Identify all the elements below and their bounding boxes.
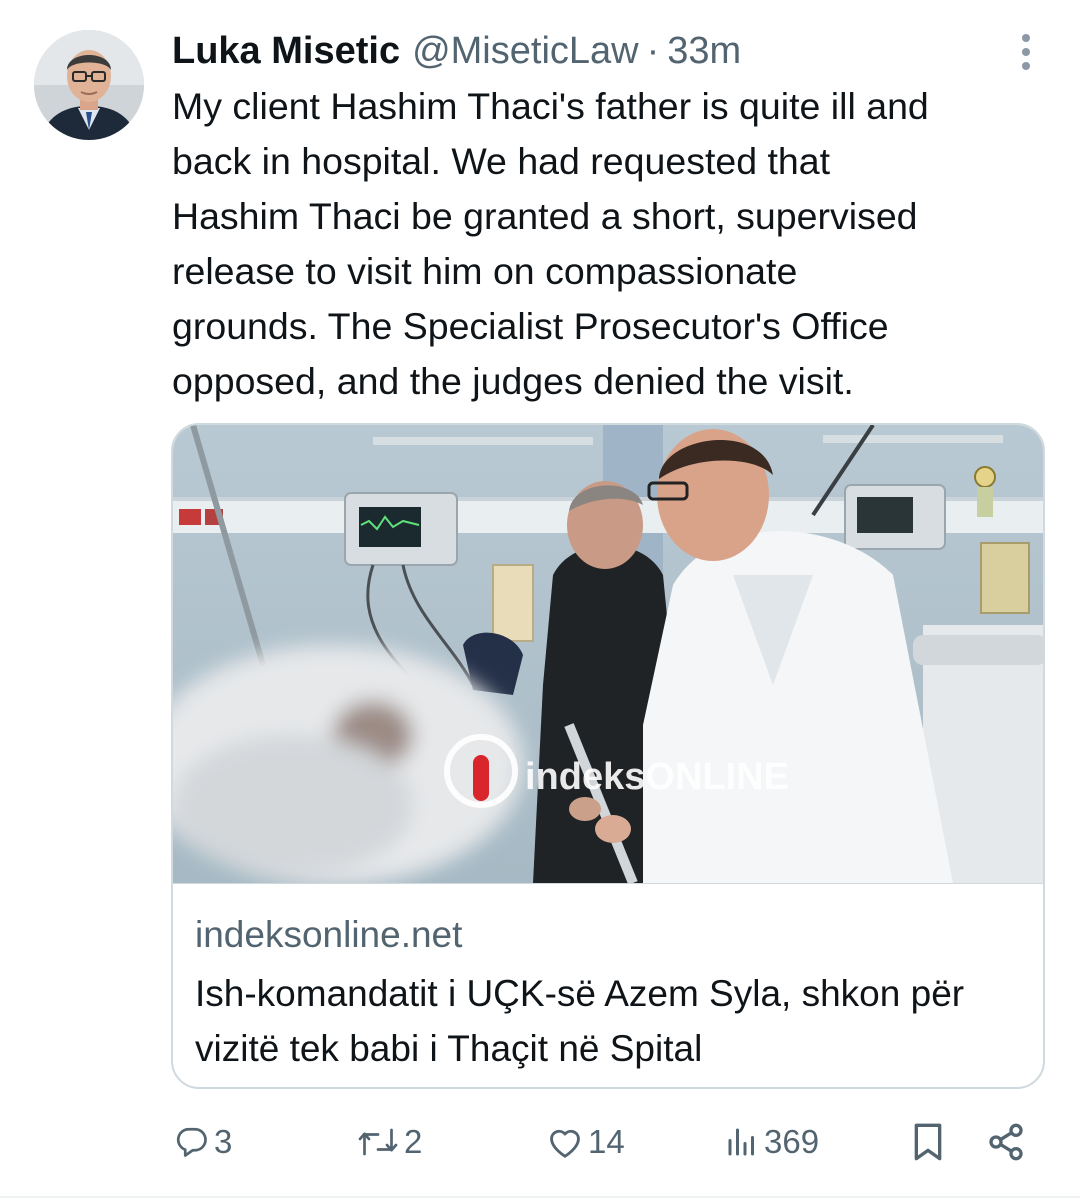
action-bar: 3 2 14 369 xyxy=(0,1112,1080,1172)
vertical-dots-icon xyxy=(1022,34,1030,70)
reply-count: 3 xyxy=(214,1123,233,1160)
divider xyxy=(0,1196,1080,1198)
tweet[interactable]: Luka Misetic @MiseticLaw · 33m My client… xyxy=(0,0,1080,1203)
avatar[interactable] xyxy=(34,30,144,140)
watermark-text: indeksONLINE xyxy=(525,756,789,798)
views-icon xyxy=(728,1128,754,1156)
tweet-text: My client Hashim Thaci's father is quite… xyxy=(172,85,929,402)
retweet-icon xyxy=(358,1128,398,1156)
reply-button[interactable]: 3 xyxy=(174,1112,232,1172)
user-handle[interactable]: @MiseticLaw xyxy=(412,30,639,73)
card-domain: indeksonline.net xyxy=(195,914,463,955)
like-count: 14 xyxy=(588,1123,625,1160)
link-card[interactable]: indeksONLINE indeksonline.net Ish-komand… xyxy=(171,423,1045,1089)
hospital-photo: indeksONLINE xyxy=(173,425,1043,883)
like-button[interactable]: 14 xyxy=(546,1112,625,1172)
bookmark-button[interactable] xyxy=(910,1112,946,1172)
profile-photo xyxy=(34,30,144,140)
share-icon xyxy=(989,1123,1023,1161)
reply-icon xyxy=(176,1127,207,1157)
views-button[interactable]: 369 xyxy=(724,1112,819,1172)
retweet-count: 2 xyxy=(404,1123,423,1160)
card-title: Ish-komandatit i UÇK-së Azem Syla, shkon… xyxy=(195,973,965,1069)
card-footer[interactable]: indeksonline.net Ish-komandatit i UÇK-së… xyxy=(173,883,1043,1087)
heart-icon xyxy=(550,1129,580,1158)
share-button[interactable] xyxy=(986,1112,1026,1172)
card-image[interactable]: indeksONLINE xyxy=(173,425,1043,883)
retweet-button[interactable]: 2 xyxy=(356,1112,422,1172)
views-count: 369 xyxy=(764,1123,820,1160)
bookmark-icon xyxy=(914,1123,942,1161)
timestamp[interactable]: 33m xyxy=(667,30,741,73)
separator-dot: · xyxy=(646,29,660,72)
tweet-header: Luka Misetic @MiseticLaw · 33m xyxy=(172,26,741,76)
more-options-button[interactable] xyxy=(1008,30,1044,74)
display-name[interactable]: Luka Misetic xyxy=(172,30,400,73)
